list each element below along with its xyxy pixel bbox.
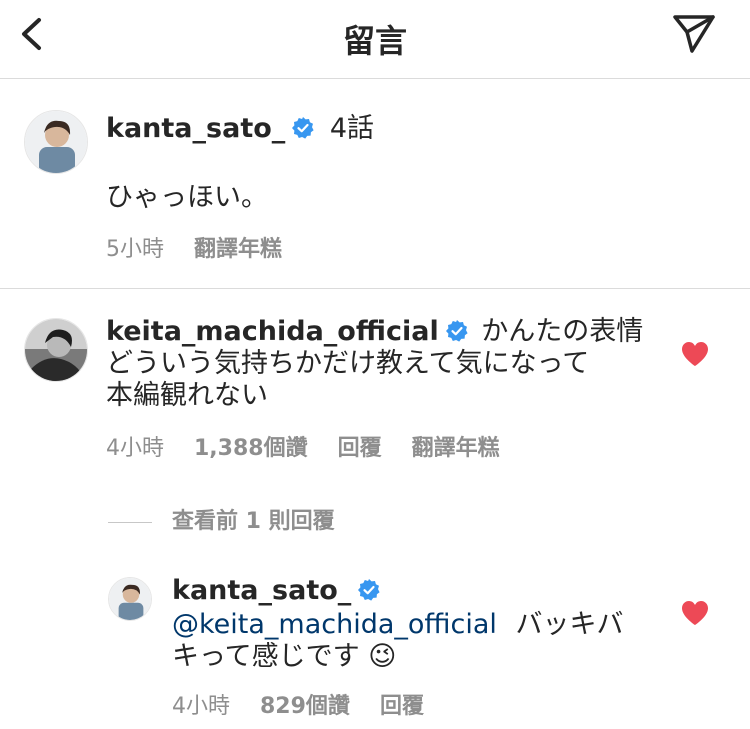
caption: kanta_sato_ 4話 ひゃっほい。 5小時 翻譯年糕 — [0, 79, 750, 289]
divider-line — [108, 521, 152, 523]
view-replies-label: 查看前 1 則回覆 — [172, 509, 335, 534]
heart-icon[interactable] — [681, 341, 709, 367]
caption-text: ひゃっほい。 — [106, 182, 268, 213]
avatar[interactable] — [24, 110, 88, 174]
verified-badge-icon — [292, 117, 314, 139]
avatar-photo — [25, 111, 87, 173]
translate-button[interactable]: 翻譯年糕 — [412, 430, 500, 462]
reply-time: 4小時 — [172, 694, 230, 719]
comment-text-line3: 本編観れない — [106, 380, 268, 411]
reply-button[interactable]: 回覆 — [338, 430, 382, 462]
verified-badge-icon — [445, 320, 468, 342]
comment-time: 4小時 — [106, 436, 164, 461]
paper-plane-icon — [673, 15, 715, 53]
mention-link[interactable]: @keita_machida_official — [172, 609, 497, 640]
reply-meta: 4小時 829個讚 回覆 — [172, 688, 454, 720]
comment-username[interactable]: keita_machida_official — [106, 316, 439, 347]
comment-likes[interactable]: 1,388個讚 — [194, 430, 308, 462]
reply-button[interactable]: 回覆 — [380, 688, 424, 720]
caption-username[interactable]: kanta_sato_ — [106, 113, 285, 144]
avatar[interactable] — [108, 577, 152, 621]
caption-episode: 4話 — [329, 113, 375, 144]
caption-time: 5小時 — [106, 237, 164, 262]
avatar-photo — [25, 319, 87, 381]
avatar[interactable] — [24, 318, 88, 382]
reply-text-line1: バッキバ — [515, 609, 624, 640]
page-title: 留言 — [342, 22, 407, 60]
reply-text-line2: キって感じです — [172, 641, 360, 672]
comment-text-line2: どういう気持ちかだけ教えて気になって — [106, 348, 590, 379]
caption-meta: 5小時 翻譯年糕 — [106, 231, 312, 263]
verified-badge-icon — [358, 579, 380, 601]
share-button[interactable] — [670, 11, 718, 55]
reply-username[interactable]: kanta_sato_ — [172, 575, 351, 606]
wink-emoji-icon: 😉 — [368, 641, 397, 672]
avatar-photo — [109, 578, 151, 620]
translate-button[interactable]: 翻譯年糕 — [194, 231, 282, 263]
view-replies-button[interactable]: 查看前 1 則回覆 — [108, 503, 335, 535]
reply-likes[interactable]: 829個讚 — [260, 688, 350, 720]
top-bar: 留言 — [0, 0, 750, 79]
comment-meta: 4小時 1,388個讚 回覆 翻譯年糕 — [106, 430, 530, 462]
comment-text-line1: かんたの表情 — [481, 316, 644, 347]
heart-icon[interactable] — [681, 600, 709, 626]
